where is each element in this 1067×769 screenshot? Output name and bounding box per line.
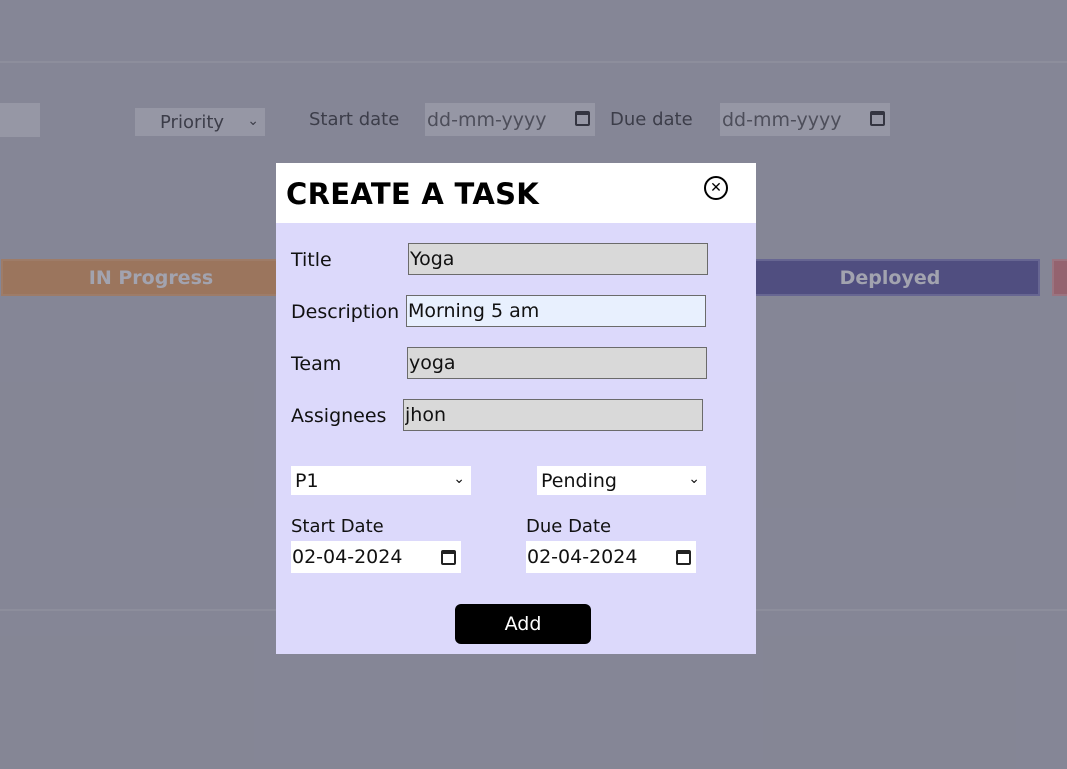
priority-select-value: P1	[295, 469, 319, 492]
assignees-input[interactable]	[403, 399, 703, 431]
team-input[interactable]	[407, 347, 707, 379]
start-date-value: 02-04-2024	[292, 546, 403, 568]
priority-select[interactable]: P1 ⌄	[291, 466, 471, 495]
modal-title: CREATE A TASK	[286, 177, 540, 211]
title-label: Title	[291, 249, 332, 271]
create-task-modal: CREATE A TASK ✕ Title Description Team A…	[276, 163, 756, 654]
title-input[interactable]	[408, 243, 708, 275]
start-date-label: Start Date	[291, 516, 384, 537]
due-date-value: 02-04-2024	[527, 546, 638, 568]
assignees-label: Assignees	[291, 405, 387, 427]
calendar-icon[interactable]	[676, 550, 691, 565]
team-label: Team	[291, 353, 342, 375]
close-icon[interactable]: ✕	[704, 176, 728, 200]
due-date-label: Due Date	[526, 516, 612, 537]
status-select[interactable]: Pending ⌄	[537, 466, 706, 495]
description-label: Description	[291, 301, 400, 323]
due-date-input[interactable]: 02-04-2024	[526, 541, 696, 573]
chevron-down-icon: ⌄	[453, 471, 465, 487]
add-button[interactable]: Add	[455, 604, 591, 644]
modal-header: CREATE A TASK ✕	[276, 163, 756, 223]
status-select-value: Pending	[541, 469, 617, 492]
calendar-icon[interactable]	[441, 550, 456, 565]
start-date-input[interactable]: 02-04-2024	[291, 541, 461, 573]
description-input[interactable]	[406, 295, 706, 327]
chevron-down-icon: ⌄	[688, 471, 700, 487]
